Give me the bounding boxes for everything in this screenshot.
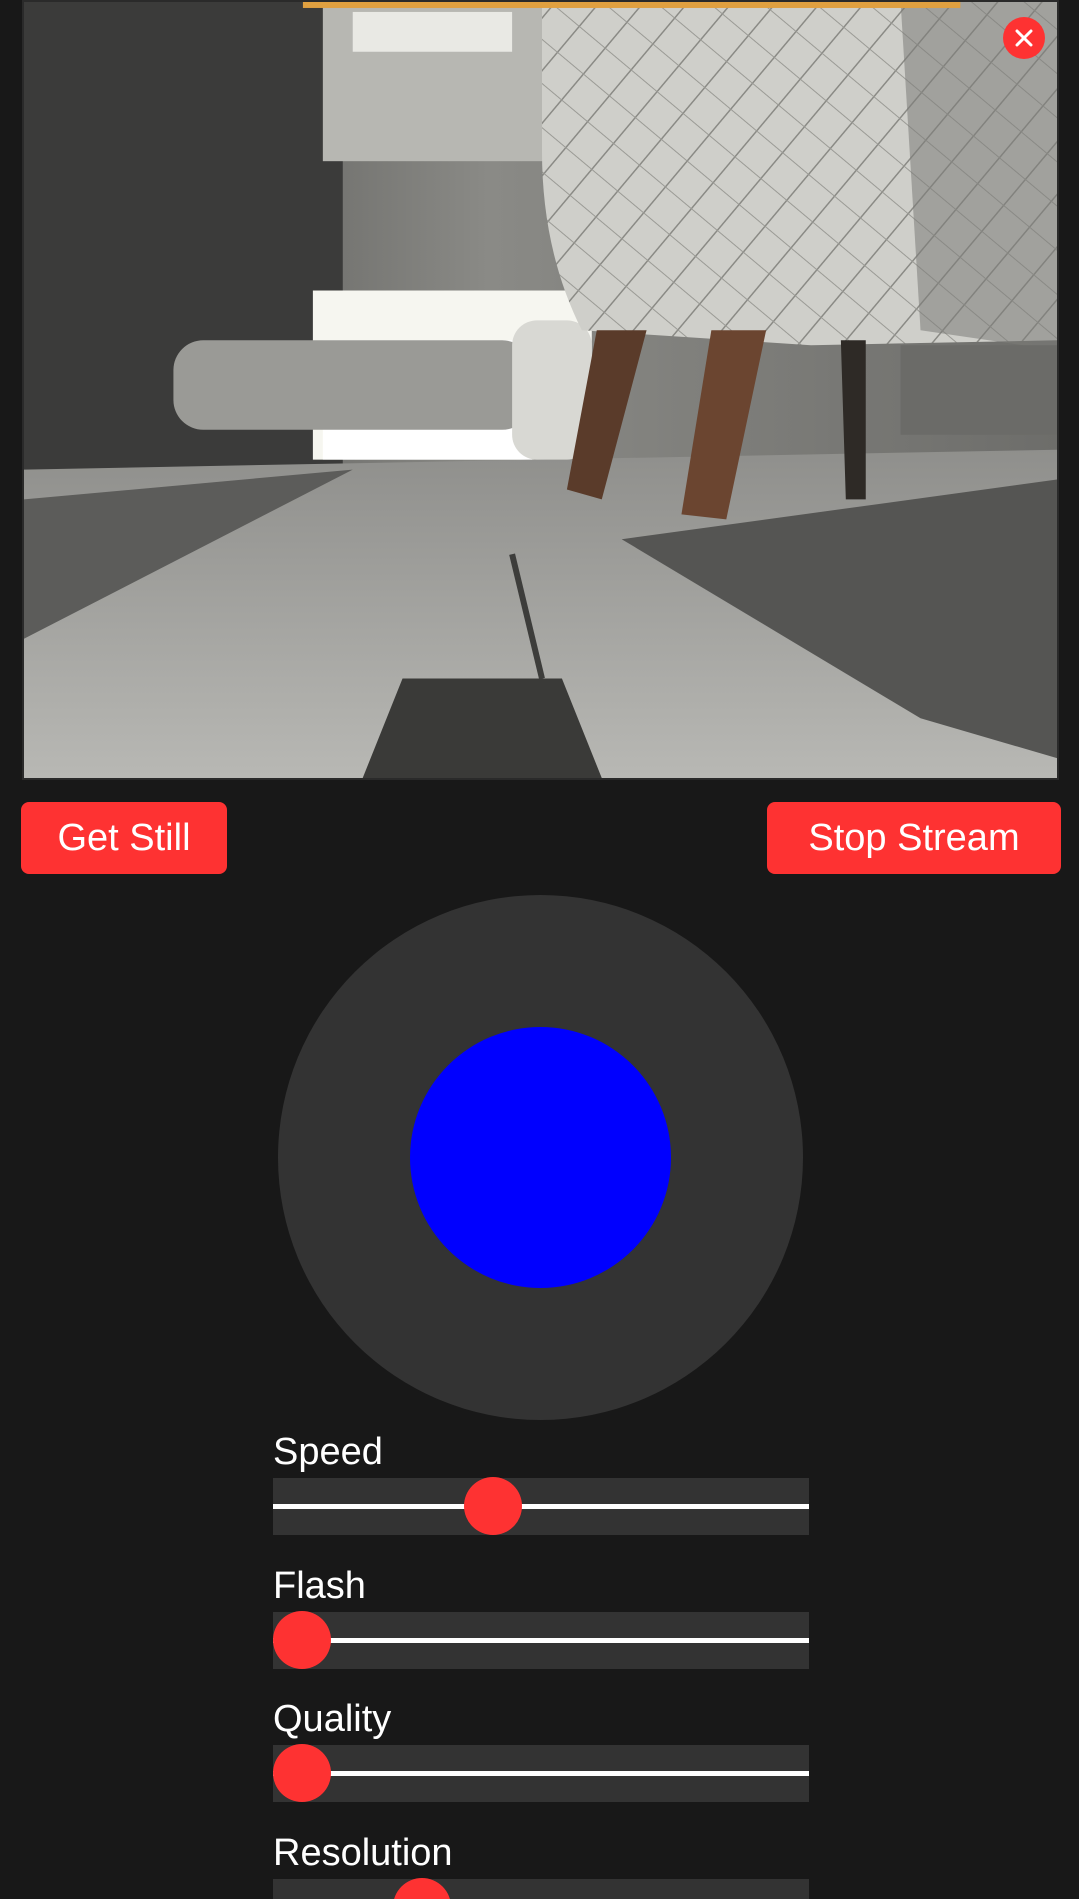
flash-slider-thumb[interactable] — [273, 1611, 331, 1669]
camera-stream-image — [24, 2, 1057, 778]
close-icon — [1015, 29, 1033, 47]
resolution-slider[interactable] — [273, 1878, 809, 1899]
stop-stream-button[interactable]: Stop Stream — [767, 802, 1061, 874]
speed-slider-track — [273, 1504, 809, 1509]
get-still-button[interactable]: Get Still — [21, 802, 227, 874]
speed-label: Speed — [273, 1431, 383, 1473]
speed-slider-thumb[interactable] — [464, 1477, 523, 1535]
quality-slider-track — [273, 1771, 809, 1776]
flash-label: Flash — [273, 1565, 366, 1607]
app-root: Get Still Stop Stream Speed Flash Qualit… — [0, 0, 1079, 1899]
camera-stream — [22, 0, 1059, 780]
close-stream-button[interactable] — [1003, 17, 1045, 59]
quality-label: Quality — [273, 1698, 392, 1740]
joystick-knob[interactable] — [410, 1027, 671, 1288]
flash-slider[interactable] — [273, 1611, 809, 1669]
speed-slider[interactable] — [273, 1477, 809, 1535]
resolution-slider-thumb[interactable] — [392, 1878, 451, 1899]
resolution-label: Resolution — [273, 1832, 453, 1874]
flash-slider-track — [273, 1638, 809, 1643]
quality-slider[interactable] — [273, 1744, 809, 1802]
quality-slider-thumb[interactable] — [273, 1744, 331, 1802]
